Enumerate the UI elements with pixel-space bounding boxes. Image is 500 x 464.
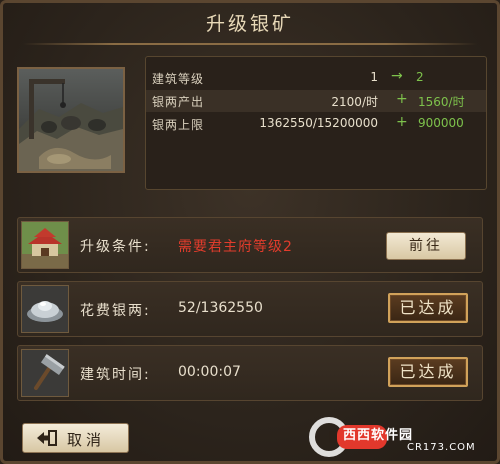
stat-label: 建筑等级 (152, 72, 205, 86)
site-watermark: 西西软件园 CR173.COM (307, 417, 493, 457)
requirement-row-silver-cost: 花费银两: 52/1362550 已达成 (17, 281, 483, 337)
upgrade-stats-panel: 建筑等级 1 → 2 银两产出 2100/时 + 1560/时 银两上限 136… (145, 56, 487, 190)
requirement-value: 00:00:07 (178, 364, 241, 380)
stat-next: 1560/时 (418, 95, 465, 109)
stat-next: 900000 (418, 116, 464, 130)
title-divider (23, 43, 477, 45)
stat-row-silver-output: 银两产出 2100/时 + 1560/时 (146, 90, 486, 112)
hammer-icon (21, 349, 69, 397)
palace-icon (21, 221, 69, 269)
requirement-label: 升级条件: (80, 239, 151, 255)
cancel-button[interactable]: 取消 (22, 423, 129, 453)
arrow-right-icon: → (391, 68, 403, 84)
back-arrow-icon (37, 430, 57, 446)
stat-row-building-level: 建筑等级 1 → 2 (146, 67, 486, 89)
watermark-url: CR173.COM (407, 442, 476, 453)
silver-ingot-icon (21, 285, 69, 333)
go-to-button[interactable]: 前往 (386, 232, 466, 260)
requirement-label: 建筑时间: (80, 367, 151, 383)
stat-current: 2100/时 (331, 95, 378, 109)
cancel-label: 取消 (67, 431, 106, 449)
requirement-label: 花费银两: (80, 303, 151, 319)
stat-label: 银两上限 (152, 118, 205, 132)
upgrade-dialog: 升级银矿 建筑等级 1 → 2 银两产出 2100/时 + 1560/时 银两上… (0, 0, 500, 464)
stat-current: 1 (370, 70, 378, 84)
requirement-value: 52/1362550 (178, 300, 263, 316)
completed-badge: 已达成 (388, 357, 468, 387)
plus-icon: + (396, 114, 408, 130)
watermark-brand: 西西软件园 (343, 428, 414, 443)
completed-badge: 已达成 (388, 293, 468, 323)
silver-mine-building-image (17, 67, 125, 173)
stat-row-silver-cap: 银两上限 1362550/15200000 + 900000 (146, 113, 486, 135)
stat-current: 1362550/15200000 (259, 116, 378, 130)
requirement-row-condition: 升级条件: 需要君主府等级2 前往 (17, 217, 483, 273)
stat-label: 银两产出 (152, 95, 205, 109)
silver-mine-icon (19, 69, 123, 171)
plus-icon: + (396, 91, 408, 107)
requirement-row-build-time: 建筑时间: 00:00:07 已达成 (17, 345, 483, 401)
requirement-value: 需要君主府等级2 (178, 239, 293, 255)
dialog-title: 升级银矿 (205, 13, 294, 35)
stat-next: 2 (416, 70, 424, 84)
